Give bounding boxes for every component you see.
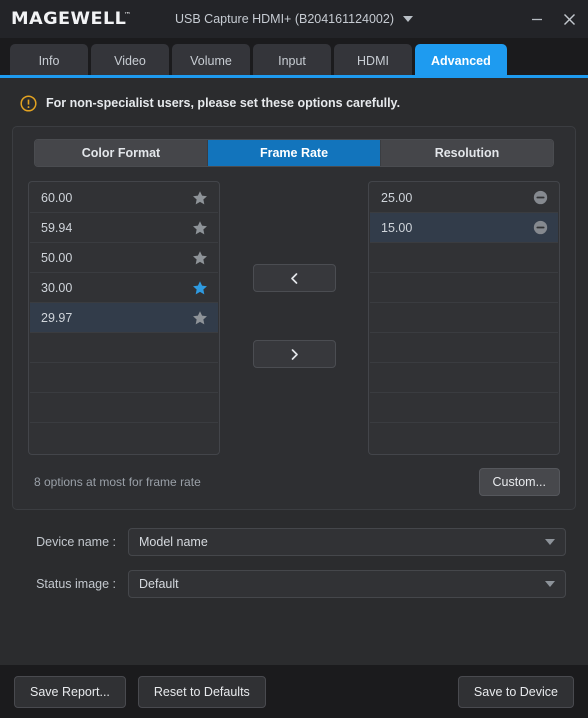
selected-empty-row [370,303,558,333]
chevron-left-icon [290,272,297,284]
close-button[interactable] [560,10,578,28]
footer-bar: Save Report... Reset to Defaults Save to… [0,665,588,718]
remove-icon[interactable] [533,220,548,235]
device-name-label-text: Device name : [36,535,116,549]
window-controls [528,10,578,28]
settings-segmented-control: Color Format Frame Rate Resolution [34,139,554,167]
status-image-label-text: Status image : [36,577,116,591]
star-icon[interactable] [192,220,208,236]
selected-frame-rate-row[interactable]: 15.00 [370,213,558,243]
minimize-icon [532,18,542,21]
frame-rate-hint: 8 options at most for frame rate [34,475,201,489]
status-image-select[interactable]: Default [128,570,566,598]
selected-empty-row [370,333,558,363]
star-icon[interactable] [192,190,208,206]
star-toggle[interactable] [192,310,208,326]
device-fields: Device name : Model name Status image : … [12,528,576,612]
tab-bar-container: Info Video Volume Input HDMI Advanced [0,38,588,78]
caret-down-icon [403,16,413,22]
chevron-down-icon [545,539,555,545]
warning-circle-icon [20,94,37,112]
tab-input[interactable]: Input [253,44,331,78]
content-area: For non-specialist users, please set the… [0,78,588,665]
transfer-control: 60.00 59.94 50.00 30.00 29.97 25.00 15.0… [26,181,562,455]
transfer-buttons [248,181,340,368]
segment-color-format[interactable]: Color Format [35,140,208,166]
device-name-label: USB Capture HDMI+ (B204161124002) [175,12,394,26]
tab-advanced[interactable]: Advanced [415,44,507,78]
device-selector[interactable]: USB Capture HDMI+ (B204161124002) [175,12,413,26]
segment-frame-rate[interactable]: Frame Rate [208,140,381,166]
device-name-row: Device name : Model name [22,528,566,556]
title-bar: MAGEWELL ™ USB Capture HDMI+ (B204161124… [0,0,588,38]
chevron-down-icon [545,581,555,587]
available-frame-rate-row[interactable]: 60.00 [30,183,218,213]
device-name-select[interactable]: Model name [128,528,566,556]
remove-frame-rate-button[interactable] [533,190,548,205]
selected-empty-row [370,243,558,273]
status-image-row: Status image : Default [22,570,566,598]
available-frame-rate-row[interactable]: 30.00 [30,273,218,303]
available-frame-rates-list[interactable]: 60.00 59.94 50.00 30.00 29.97 [28,181,220,455]
star-icon[interactable] [192,250,208,266]
remove-frame-rate-button[interactable] [533,220,548,235]
selected-frame-rate-row[interactable]: 25.00 [370,183,558,213]
frame-rate-value: 15.00 [381,220,413,235]
star-toggle[interactable] [192,250,208,266]
close-icon [563,13,575,25]
tab-video[interactable]: Video [91,44,169,78]
available-empty-row [30,333,218,363]
frame-rate-value: 25.00 [381,190,413,205]
selected-empty-row [370,393,558,423]
tab-volume[interactable]: Volume [172,44,250,78]
status-image-value: Default [139,577,179,591]
logo-text: MAGEWELL [11,9,127,29]
available-frame-rate-row[interactable]: 50.00 [30,243,218,273]
move-left-button[interactable] [252,264,336,292]
save-to-device-button[interactable]: Save to Device [457,675,574,708]
segment-resolution[interactable]: Resolution [381,140,553,166]
frame-rate-value: 60.00 [41,190,73,205]
available-empty-row [30,423,218,453]
remove-icon[interactable] [533,190,548,205]
frame-rate-value: 30.00 [41,280,73,295]
star-icon[interactable] [192,310,208,326]
available-empty-row [30,393,218,423]
star-toggle[interactable] [192,280,208,296]
application-window: MAGEWELL ™ USB Capture HDMI+ (B204161124… [0,0,588,718]
frame-rate-panel: Color Format Frame Rate Resolution 60.00… [12,126,576,510]
warning-notice: For non-specialist users, please set the… [12,90,576,116]
star-icon[interactable] [192,280,208,296]
frame-rate-value: 59.94 [41,220,73,235]
selected-empty-row [370,273,558,303]
tab-active-underline [0,75,588,78]
custom-button[interactable]: Custom... [478,468,560,496]
frame-rate-value: 29.97 [41,310,73,325]
tab-hdmi[interactable]: HDMI [334,44,412,78]
selected-empty-row [370,363,558,393]
frame-rate-value: 50.00 [41,250,73,265]
available-frame-rate-row[interactable]: 29.97 [30,303,218,333]
available-frame-rate-row[interactable]: 59.94 [30,213,218,243]
save-report-button[interactable]: Save Report... [14,675,126,708]
available-empty-row [30,363,218,393]
magewell-logo: MAGEWELL ™ [11,10,131,28]
star-toggle[interactable] [192,220,208,236]
reset-to-defaults-button[interactable]: Reset to Defaults [137,675,266,708]
warning-notice-text: For non-specialist users, please set the… [46,96,401,110]
selected-empty-row [370,423,558,453]
tab-bar: Info Video Volume Input HDMI Advanced [0,38,588,78]
minimize-button[interactable] [528,10,546,28]
panel-footer: 8 options at most for frame rate Custom.… [26,468,562,496]
selected-frame-rates-list[interactable]: 25.00 15.00 [368,181,560,455]
tab-info[interactable]: Info [10,44,88,78]
chevron-right-icon [291,348,298,360]
move-right-button[interactable] [252,340,336,368]
star-toggle[interactable] [192,190,208,206]
device-name-value: Model name [139,535,208,549]
